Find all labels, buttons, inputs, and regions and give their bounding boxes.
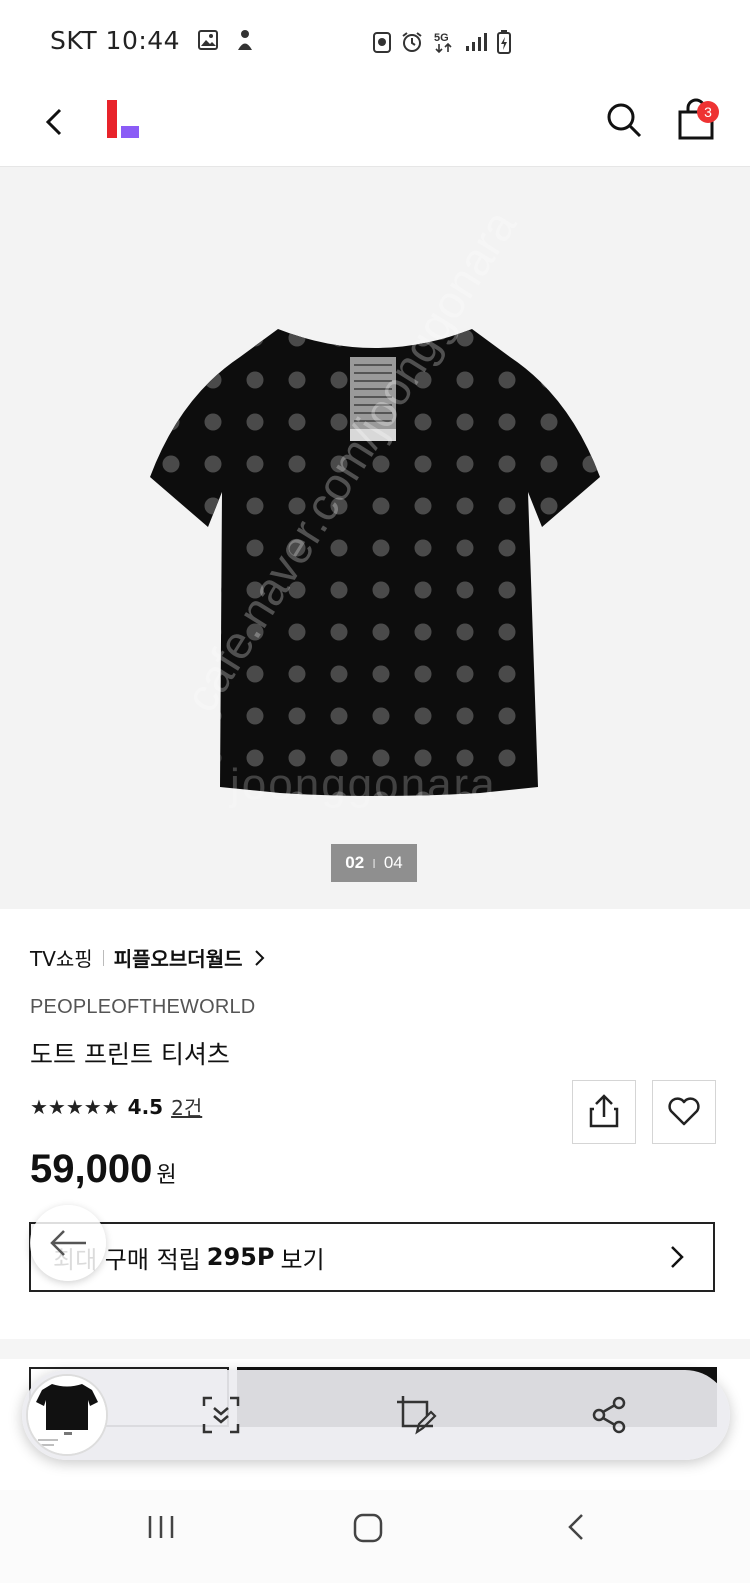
product-image-gallery[interactable]: cafe.naver.com/joonggonara joonggonara 0…: [0, 167, 750, 909]
image-page-counter: 02 I 04: [331, 844, 417, 882]
share-capture-button[interactable]: [588, 1394, 630, 1436]
thumbnail-image: [28, 1376, 106, 1454]
back-button[interactable]: [36, 102, 76, 142]
home-button[interactable]: [352, 1512, 384, 1548]
edit-capture-icon: [397, 1396, 437, 1435]
chevron-right-icon: [671, 1246, 684, 1268]
status-left: SKT 10:44: [50, 26, 255, 57]
screenshot-toolbar: [22, 1370, 730, 1460]
breadcrumb-divider: [102, 949, 104, 966]
rating-row[interactable]: ★★★★★ 4.5 2건: [30, 1092, 202, 1121]
chevron-left-icon: [45, 108, 62, 136]
back-icon: [568, 1514, 583, 1540]
battery-icon: [497, 30, 511, 54]
logo-l-icon: [107, 100, 139, 138]
product-price: 59,000 원: [30, 1147, 177, 1192]
share-button[interactable]: [572, 1080, 636, 1144]
review-count-link[interactable]: 2건: [171, 1092, 202, 1121]
app-header: [0, 80, 750, 167]
product-name: 도트 프린트 티셔츠: [30, 1040, 230, 1069]
recent-apps-icon: [148, 1516, 174, 1538]
brand-store-link[interactable]: 피플오브더월드: [114, 943, 243, 972]
rating-score: 4.5: [127, 1094, 164, 1119]
home-icon: [353, 1513, 383, 1543]
status-icons: 5G: [373, 30, 511, 54]
share-upload-icon: [589, 1094, 619, 1128]
screenshot-thumbnail[interactable]: [26, 1374, 108, 1456]
signal-icon: [466, 33, 487, 51]
points-banner[interactable]: 최대 구매 적립 295P 보기: [29, 1222, 715, 1292]
scroll-capture-icon: [202, 1396, 240, 1434]
arrow-left-icon: [50, 1230, 86, 1256]
carrier-time: SKT 10:44: [50, 26, 181, 55]
system-nav-bar: [0, 1490, 750, 1583]
recent-apps-button[interactable]: [146, 1512, 176, 1546]
rating-stars: ★★★★★: [30, 1094, 120, 1119]
edit-capture-button[interactable]: [395, 1394, 437, 1436]
price-value: 59,000: [30, 1147, 153, 1191]
lotte-logo[interactable]: [107, 100, 141, 138]
alarm-icon: [402, 32, 422, 52]
search-icon: [607, 103, 642, 138]
5g-icon: 5G: [434, 32, 452, 54]
counter-total: 04: [383, 853, 403, 872]
system-back-button[interactable]: [562, 1512, 592, 1546]
share-icon: [592, 1396, 626, 1434]
recycle-icon: [373, 32, 391, 53]
scroll-capture-button[interactable]: [200, 1394, 242, 1436]
wishlist-button[interactable]: [652, 1080, 716, 1144]
price-currency: 원: [156, 1163, 177, 1188]
product-info: TV쇼핑 피플오브더월드 PEOPLEOFTHEWORLD 도트 프린트 티셔츠…: [0, 909, 750, 1339]
chevron-right-icon: [254, 949, 264, 966]
floating-back-button[interactable]: [30, 1205, 106, 1281]
points-suffix: 보기: [280, 1245, 325, 1274]
brand-name: PEOPLEOFTHEWORLD: [30, 996, 256, 1018]
section-separator: [0, 1339, 750, 1359]
status-bar: SKT 10:44 5G: [0, 0, 750, 80]
cart-count-badge: 3: [697, 101, 719, 123]
counter-current: 02: [345, 853, 365, 872]
counter-separator: I: [372, 855, 376, 871]
category-link[interactable]: TV쇼핑: [30, 943, 93, 972]
app-notification-icon: [235, 28, 255, 57]
breadcrumb: TV쇼핑 피플오브더월드: [30, 943, 265, 972]
points-amount: 295P: [206, 1243, 275, 1271]
tshirt-image: [150, 329, 600, 796]
search-button[interactable]: [604, 100, 644, 140]
heart-icon: [668, 1097, 700, 1126]
svg-text:5G: 5G: [434, 32, 449, 44]
gallery-notification-icon: [197, 28, 219, 57]
